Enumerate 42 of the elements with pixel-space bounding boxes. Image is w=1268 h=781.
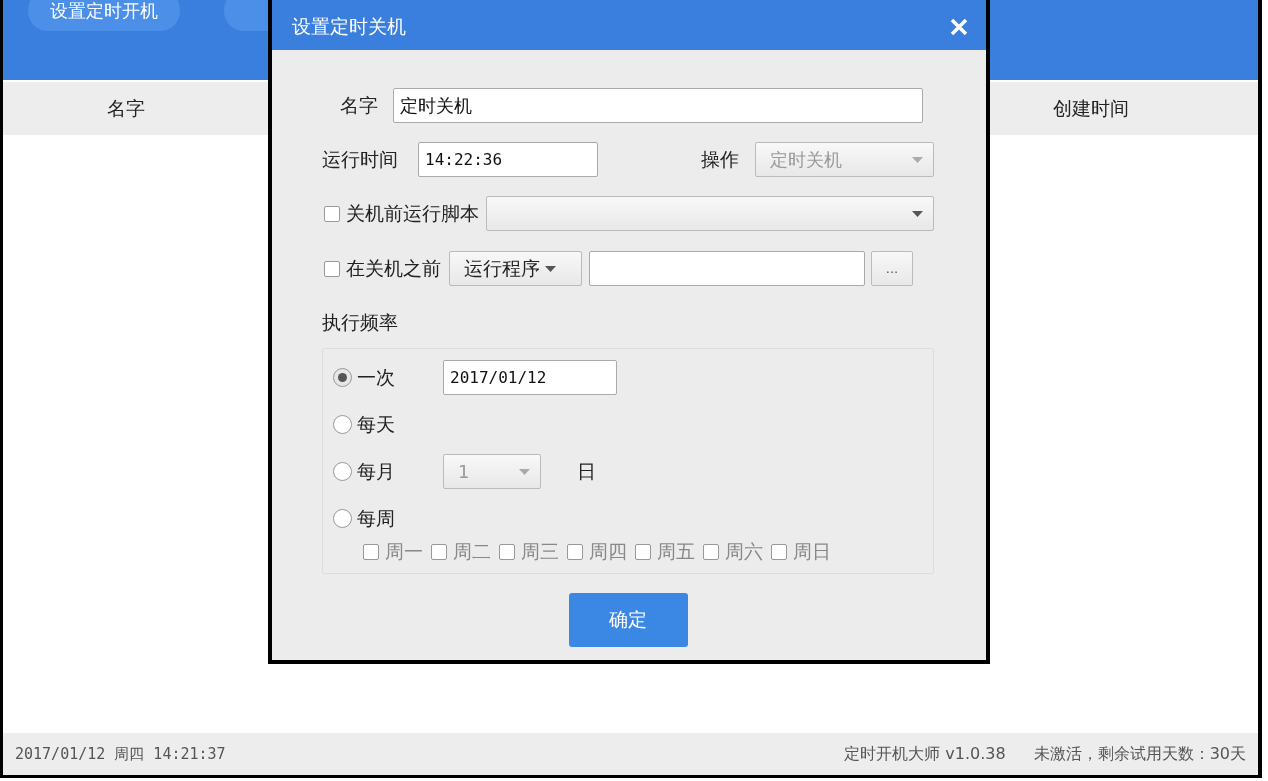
column-header[interactable]: 创建时间 bbox=[1001, 95, 1181, 122]
dialog-title: 设置定时关机 bbox=[292, 14, 406, 39]
weekday-label: 周五 bbox=[657, 539, 695, 564]
radio-label: 每月 bbox=[357, 458, 396, 484]
caret-icon bbox=[519, 468, 530, 475]
radio-button[interactable] bbox=[333, 415, 352, 434]
radio-button[interactable] bbox=[333, 368, 352, 387]
caret-icon bbox=[912, 210, 923, 217]
checkbox-label: 关机前运行脚本 bbox=[346, 200, 479, 226]
license-status: 未激活，剩余试用天数：30天 bbox=[1033, 743, 1246, 765]
caret-icon bbox=[912, 156, 923, 163]
checkbox[interactable] bbox=[324, 205, 340, 222]
checkbox-label: 在关机之前 bbox=[346, 255, 441, 281]
weekday-label: 周四 bbox=[589, 539, 627, 564]
checkbox[interactable] bbox=[324, 260, 340, 277]
app-version: 定时开机大师 v1.0.38 bbox=[844, 743, 1006, 765]
column-header[interactable]: 名字 bbox=[3, 95, 248, 122]
action-dropdown-button[interactable]: 运行程序 bbox=[449, 251, 582, 286]
weekday-label: 周三 bbox=[521, 539, 559, 564]
radio-label: 每天 bbox=[357, 411, 396, 437]
program-path-field[interactable] bbox=[589, 251, 865, 286]
field-label: 名字 bbox=[339, 92, 378, 118]
weekday-label: 周二 bbox=[453, 539, 491, 564]
confirm-button[interactable]: 确定 bbox=[568, 593, 688, 647]
field-label: 运行时间 bbox=[322, 146, 398, 172]
weekday-label: 周日 bbox=[793, 539, 831, 564]
close-icon[interactable] bbox=[950, 18, 968, 36]
status-datetime: 2017/01/12 周四 14:21:37 bbox=[15, 744, 226, 764]
browse-button[interactable]: ... bbox=[871, 251, 913, 286]
script-select[interactable] bbox=[486, 196, 934, 231]
date-field[interactable]: 2017/01/12 bbox=[443, 360, 617, 395]
weekday-label: 周一 bbox=[385, 539, 423, 564]
weekday-label: 周六 bbox=[725, 539, 763, 564]
caret-icon bbox=[545, 265, 556, 272]
day-suffix: 日 bbox=[577, 458, 596, 484]
time-field[interactable]: 14:22:36 bbox=[418, 142, 598, 177]
radio-button[interactable] bbox=[333, 509, 352, 528]
field-label: 操作 bbox=[701, 146, 739, 172]
radio-label: 一次 bbox=[357, 364, 396, 390]
radio-label: 每周 bbox=[357, 505, 396, 531]
section-label: 执行频率 bbox=[322, 310, 398, 335]
name-field[interactable]: 定时关机 bbox=[393, 88, 923, 123]
